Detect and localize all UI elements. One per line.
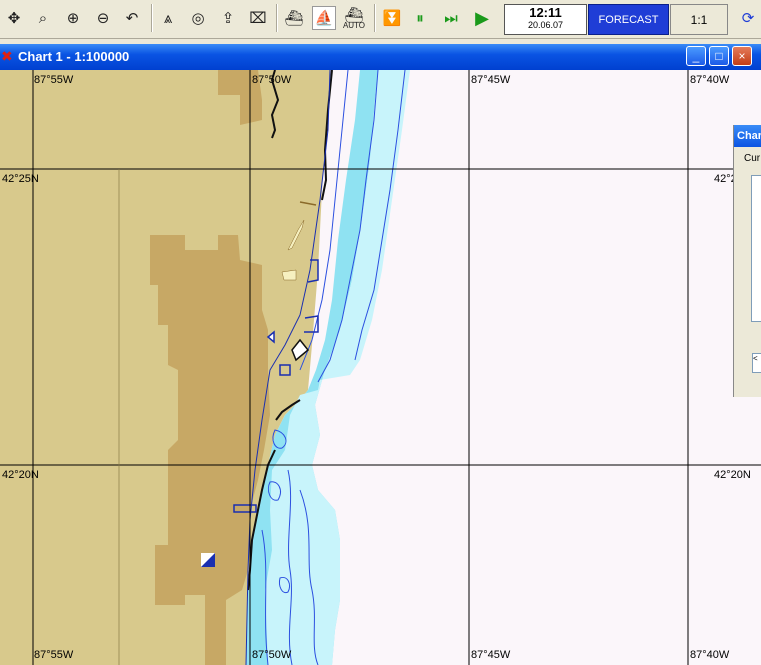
forecast-button[interactable]: FORECAST <box>588 4 669 35</box>
zoom-in-icon[interactable]: ⊕ <box>61 6 85 30</box>
lon-label-bottom: 87°40W <box>690 649 730 661</box>
sync-icon[interactable]: ⟳ <box>737 6 759 30</box>
toolbar-separator <box>374 4 376 32</box>
main-toolbar: ✥ ⌕ ⊕ ⊖ ↶ ⩓ ◎ ⇪ ⌧ ⛴ ⛵ ⛴ AUTO ⏬ ⏸ ⏭ ▶ 12:1… <box>0 0 761 39</box>
undo-icon[interactable]: ↶ <box>120 6 144 30</box>
nautical-chart[interactable]: 87°55W 87°50W 87°45W 87°40W 87°55W 87°50… <box>0 70 761 665</box>
fast-forward-icon[interactable]: ⏭ <box>439 6 463 30</box>
ship-auto-icon[interactable]: ⛴ AUTO <box>342 6 366 30</box>
play-icon[interactable]: ▶ <box>470 6 494 30</box>
ship-track-icon[interactable]: ⛵ <box>312 6 336 30</box>
panel-title[interactable]: Char <box>734 125 761 147</box>
toolbar-separator <box>151 4 153 32</box>
toolbar-separator <box>276 4 278 32</box>
date-value: 20.06.07 <box>527 20 564 30</box>
lon-label-bottom: 87°45W <box>471 649 511 661</box>
chart-side-panel: Char Cur < <box>733 125 761 397</box>
lat-label-right: 42°20N <box>714 469 751 481</box>
close-button[interactable]: × <box>732 46 752 66</box>
auto-label: AUTO <box>342 21 366 30</box>
panel-label: Cur <box>744 153 761 164</box>
lon-label-top: 87°45W <box>471 74 511 86</box>
move-icon[interactable]: ✥ <box>2 6 26 30</box>
download-icon[interactable]: ⏬ <box>380 6 404 30</box>
ship-icon[interactable]: ⛴ <box>282 6 306 30</box>
scale-button[interactable]: 1:1 <box>670 4 728 35</box>
pause-icon[interactable]: ⏸ <box>408 6 432 30</box>
chart-canvas[interactable]: 87°55W 87°50W 87°45W 87°40W 87°55W 87°50… <box>0 70 761 665</box>
panel-list[interactable] <box>751 175 761 322</box>
minimize-button[interactable]: _ <box>686 46 706 66</box>
maximize-button[interactable]: □ <box>709 46 729 66</box>
target-icon[interactable]: ◎ <box>186 6 210 30</box>
lon-label-top: 87°50W <box>252 74 292 86</box>
app-icon: ✖ <box>1 48 13 64</box>
window-titlebar[interactable]: ✖ Chart 1 - 1:100000 _ □ × <box>0 44 761 70</box>
route-icon[interactable]: ⩓ <box>156 6 180 30</box>
zoom-out-icon[interactable]: ⊖ <box>91 6 115 30</box>
zoom-box-icon[interactable]: ⌕ <box>31 6 55 30</box>
lon-label-top: 87°40W <box>690 74 730 86</box>
upload-icon[interactable]: ⇪ <box>216 6 240 30</box>
chart-window: ✖ Chart 1 - 1:100000 _ □ × 87°55W 87°50W… <box>0 44 761 665</box>
clock-display: 12:11 20.06.07 <box>504 4 587 35</box>
panel-input[interactable]: < <box>752 353 761 373</box>
lon-label-bottom: 87°50W <box>252 649 292 661</box>
lon-label-top: 87°55W <box>34 74 74 86</box>
delete-icon[interactable]: ⌧ <box>246 6 270 30</box>
lat-label-left: 42°25N <box>2 173 39 185</box>
lon-label-bottom: 87°55W <box>34 649 74 661</box>
lat-label-left: 42°20N <box>2 469 39 481</box>
time-value: 12:11 <box>529 5 562 20</box>
window-title: Chart 1 - 1:100000 <box>18 49 130 64</box>
beach-feature <box>281 269 297 281</box>
